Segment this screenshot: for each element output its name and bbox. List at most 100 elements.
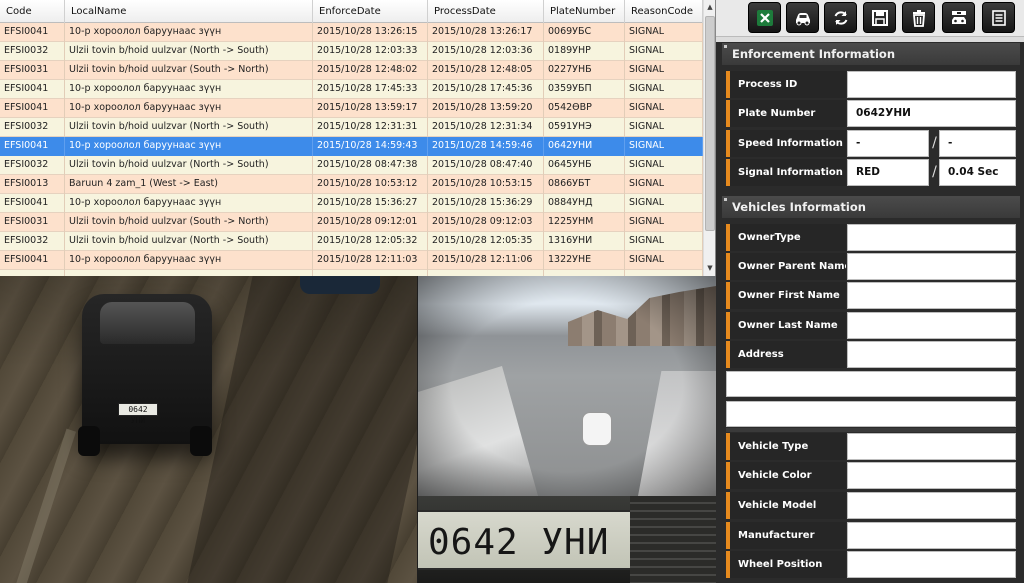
column-header-processdate[interactable]: ProcessDate	[428, 0, 544, 23]
vehicle-button[interactable]	[786, 2, 819, 33]
cell-reasoncode: SIGNAL	[625, 99, 703, 118]
owner-last-name-label: Owner Last Name	[726, 312, 846, 339]
column-header-reasoncode[interactable]: ReasonCode	[625, 0, 703, 23]
wheel-position-field[interactable]	[847, 551, 1016, 578]
car-icon	[795, 12, 810, 25]
address-label: Address	[726, 341, 846, 368]
table-row[interactable]: EFSI0041 10-р хороолол баруунаас зүүн 2015…	[0, 80, 703, 99]
column-header-enforcedate[interactable]: EnforceDate	[313, 0, 428, 23]
cell-enforcedate: 2015/10/28 12:31:31	[313, 118, 428, 137]
column-header-localname[interactable]: LocalName	[65, 0, 313, 23]
cell-enforcedate: 2015/10/28 13:59:17	[313, 99, 428, 118]
refresh-icon	[834, 10, 847, 25]
table-scrollbar[interactable]: ▲ ▼	[703, 0, 715, 276]
delete-button[interactable]	[902, 2, 935, 33]
address-line-3-field[interactable]	[726, 401, 1016, 427]
violations-table: Code LocalName EnforceDate ProcessDate P…	[0, 0, 716, 276]
cell-enforcedate: 2015/10/28 13:26:15	[313, 23, 428, 42]
cell-processdate: 2015/10/28 12:05:35	[428, 232, 544, 251]
cell-reasoncode: SIGNAL	[625, 80, 703, 99]
owner-type-field[interactable]	[847, 224, 1016, 251]
table-row[interactable]: EFSI0041 10-р хороолол баруунаас зүүн 2015…	[0, 23, 703, 42]
table-row[interactable]: EFSI0041 10-р хороолол баруунаас зүүн 2015…	[0, 251, 703, 270]
scrollbar-thumb[interactable]	[705, 16, 715, 231]
plate-number-field[interactable]: 0642УНИ	[847, 100, 1016, 127]
vehicle-color-field[interactable]	[847, 462, 1016, 489]
cell-platenumber: 0227УНБ	[544, 61, 625, 80]
cell-code: EFSI0041	[0, 99, 65, 118]
cell-processdate: 2015/10/28 12:11:06	[428, 251, 544, 270]
cell-platenumber: 1322УНЕ	[544, 251, 625, 270]
cell-processdate: 2015/10/28 12:48:05	[428, 61, 544, 80]
table-row[interactable]: EFSI0031 Ulzii tovin b/hoid uulzvar (Sout…	[0, 213, 703, 232]
cell-localname: Ulzii tovin b/hoid uulzvar (North -> Sou…	[65, 232, 313, 251]
cell-localname: Ulzii tovin b/hoid uulzvar (South -> Nor…	[65, 213, 313, 232]
excel-icon	[756, 9, 773, 26]
plate-crop: 0642 УНИ	[418, 510, 630, 570]
lane-marking	[13, 428, 77, 583]
table-row[interactable]: EFSI0032 Ulzii tovin b/hoid uulzvar (Nort…	[0, 156, 703, 175]
column-header-platenumber[interactable]: PlateNumber	[544, 0, 625, 23]
cell-localname: Ulzii tovin b/hoid uulzvar (South -> Nor…	[65, 61, 313, 80]
scroll-down-icon[interactable]: ▼	[704, 262, 715, 275]
cell-code: EFSI0031	[0, 213, 65, 232]
table-row[interactable]: EFSI0031 Ulzii tovin b/hoid uulzvar (Sout…	[0, 61, 703, 80]
cell-code: EFSI0041	[0, 80, 65, 99]
cell-localname: 10-р хороолол баруунаас зүүн	[65, 251, 313, 270]
table-row[interactable]: EFSI0032 Ulzii tovin b/hoid uulzvar (Nort…	[0, 42, 703, 61]
list-icon	[991, 9, 1006, 26]
lens-vignette	[418, 276, 716, 496]
list-button[interactable]	[982, 2, 1015, 33]
cell-localname: Ulzii tovin b/hoid uulzvar (North -> Sou…	[65, 118, 313, 137]
process-id-field[interactable]	[847, 71, 1016, 98]
scroll-up-icon[interactable]: ▲	[704, 1, 715, 14]
vehicle-model-field[interactable]	[847, 492, 1016, 519]
vehicle-wheel-left	[78, 426, 100, 456]
speed-value-field[interactable]: -	[847, 130, 929, 157]
speed-limit-field[interactable]: -	[939, 130, 1016, 157]
owner-first-name-field[interactable]	[847, 282, 1016, 309]
cell-reasoncode: SIGNAL	[625, 251, 703, 270]
vehicle-windshield	[100, 302, 195, 344]
address-field[interactable]	[847, 341, 1016, 368]
save-button[interactable]	[863, 2, 896, 33]
vehicle-type-field[interactable]	[847, 433, 1016, 460]
table-row[interactable]: EFSI0041 10-р хороолол баруунаас зүүн 2015…	[0, 194, 703, 213]
cell-enforcedate: 2015/10/28 17:45:33	[313, 80, 428, 99]
cell-processdate: 2015/10/28 10:53:15	[428, 175, 544, 194]
cell-processdate: 2015/10/28 13:59:20	[428, 99, 544, 118]
owner-parent-name-field[interactable]	[847, 253, 1016, 280]
cell-platenumber: 0884УНД	[544, 194, 625, 213]
toolbar-divider	[716, 37, 1024, 42]
vehicle-settings-button[interactable]	[942, 2, 975, 33]
table-row[interactable]: EFSI0013 Baruun 4 zam_1 (West -> East) 201…	[0, 175, 703, 194]
excel-export-button[interactable]	[748, 2, 781, 33]
table-row-selected[interactable]: EFSI0041 10-р хороолол баруунаас зүүн 2015…	[0, 137, 703, 156]
cell-reasoncode: SIGNAL	[625, 156, 703, 175]
cell-reasoncode: SIGNAL	[625, 194, 703, 213]
cell-localname: 10-р хороолол баруунаас зүүн	[65, 80, 313, 99]
cell-platenumber: 0642УНИ	[544, 137, 625, 156]
cell-localname: 10-р хороолол баруунаас зүүн	[65, 194, 313, 213]
vehicle-color-row: Vehicle Color	[726, 462, 1016, 489]
cell-enforcedate: 2015/10/28 10:53:12	[313, 175, 428, 194]
distant-car	[300, 276, 380, 294]
manufacturer-field[interactable]	[847, 522, 1016, 549]
signal-time-field[interactable]: 0.04 Sec	[939, 159, 1016, 186]
table-row[interactable]: EFSI0032 Ulzii tovin b/hoid uulzvar (Nort…	[0, 118, 703, 137]
refresh-button[interactable]	[824, 2, 857, 33]
vehicle-camera-image: 0642 УНИ	[0, 276, 417, 583]
cell-localname: 10-р хороолол баруунаас зүүн	[65, 23, 313, 42]
cell-code: EFSI0032	[0, 232, 65, 251]
vehicles-title-text: Vehicles Information	[732, 200, 866, 214]
toolbar	[716, 0, 1024, 37]
column-header-code[interactable]: Code	[0, 0, 65, 23]
table-row[interactable]: EFSI0041 10-р хороолол баруунаас зүүн 2015…	[0, 99, 703, 118]
owner-last-name-field[interactable]	[847, 312, 1016, 339]
table-body: EFSI0041 10-р хороолол баруунаас зүүн 2015…	[0, 23, 703, 276]
table-row[interactable]: EFSI0032 Ulzii tovin b/hoid uulzvar (Nort…	[0, 232, 703, 251]
cell-processdate: 2015/10/28 12:03:36	[428, 42, 544, 61]
cell-platenumber: 0542ӨВР	[544, 99, 625, 118]
signal-color-field[interactable]: RED	[847, 159, 929, 186]
address-line-2-field[interactable]	[726, 371, 1016, 397]
